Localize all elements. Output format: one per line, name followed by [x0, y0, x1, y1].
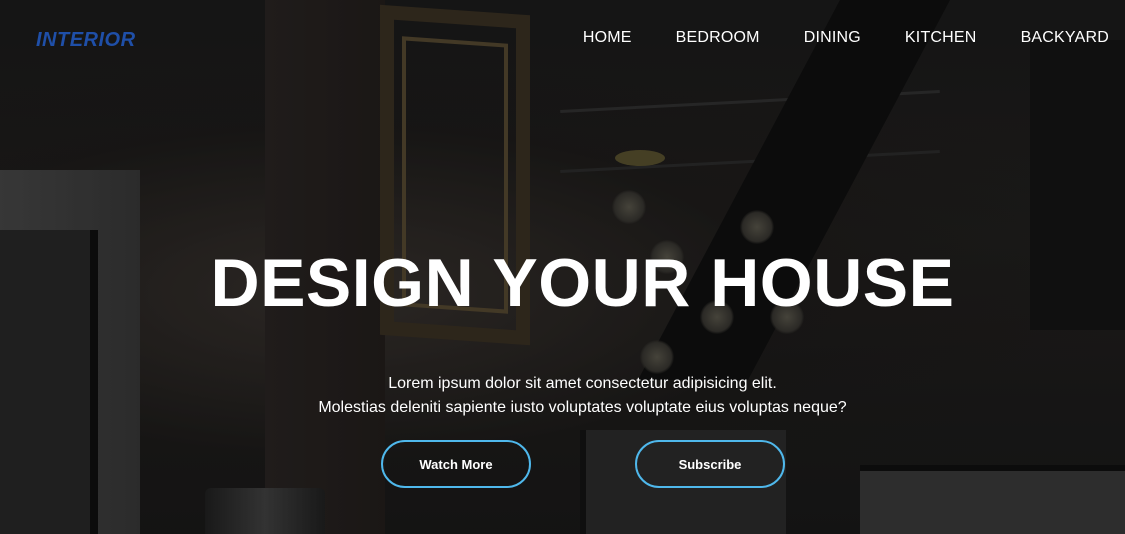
- site-logo[interactable]: INTERIOR: [36, 29, 136, 52]
- watch-more-button[interactable]: Watch More: [381, 440, 531, 488]
- hero-headline: DESIGN YOUR HOUSE: [210, 245, 955, 321]
- subscribe-button[interactable]: Subscribe: [635, 440, 785, 488]
- nav-link-kitchen[interactable]: KITCHEN: [905, 29, 977, 47]
- hero-description-line-2: Molestias deleniti sapiente iusto volupt…: [318, 399, 847, 416]
- main-navigation: HOME BEDROOM DINING KITCHEN BACKYARD: [583, 29, 1109, 47]
- nav-link-home[interactable]: HOME: [583, 29, 632, 47]
- nav-link-backyard[interactable]: BACKYARD: [1021, 29, 1109, 47]
- nav-link-dining[interactable]: DINING: [804, 29, 861, 47]
- hero-description: Lorem ipsum dolor sit amet consectetur a…: [0, 372, 1125, 420]
- nav-link-bedroom[interactable]: BEDROOM: [676, 29, 760, 47]
- hero-description-line-1: Lorem ipsum dolor sit amet consectetur a…: [388, 375, 777, 392]
- hero-section: INTERIOR HOME BEDROOM DINING KITCHEN BAC…: [0, 0, 1125, 534]
